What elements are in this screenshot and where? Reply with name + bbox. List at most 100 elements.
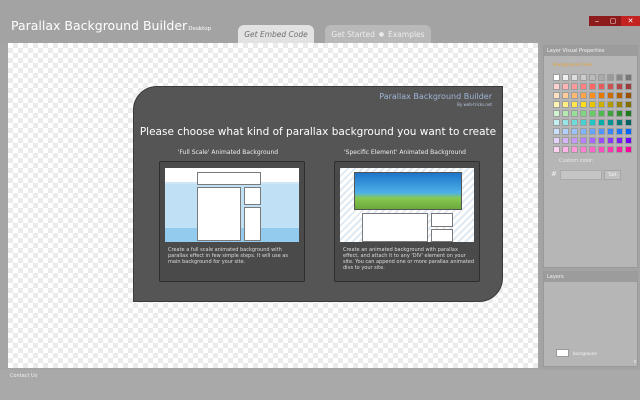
color-swatch[interactable]: [598, 110, 605, 117]
color-swatch[interactable]: [625, 101, 632, 108]
color-swatch[interactable]: [589, 83, 596, 90]
color-swatch[interactable]: [571, 119, 578, 126]
specific-element-option-card[interactable]: Create an animated background with paral…: [334, 161, 480, 282]
color-swatch[interactable]: [571, 101, 578, 108]
color-swatch[interactable]: [571, 110, 578, 117]
color-swatch[interactable]: [616, 101, 623, 108]
color-swatch[interactable]: [607, 119, 614, 126]
set-color-button[interactable]: Set: [604, 170, 621, 180]
color-swatch[interactable]: [571, 83, 578, 90]
custom-color-input[interactable]: [560, 170, 602, 180]
color-swatch[interactable]: [553, 146, 560, 153]
color-swatch[interactable]: [607, 128, 614, 135]
color-swatch[interactable]: [589, 101, 596, 108]
color-swatch[interactable]: [598, 74, 605, 81]
color-swatch[interactable]: [589, 128, 596, 135]
color-swatch[interactable]: [607, 92, 614, 99]
color-swatch[interactable]: [598, 119, 605, 126]
color-swatch[interactable]: [625, 74, 632, 81]
color-swatch[interactable]: [562, 101, 569, 108]
color-swatch[interactable]: [562, 119, 569, 126]
color-swatch[interactable]: [580, 146, 587, 153]
color-swatch[interactable]: [616, 128, 623, 135]
color-swatch[interactable]: [553, 83, 560, 90]
color-swatch[interactable]: [598, 146, 605, 153]
color-swatch[interactable]: [625, 119, 632, 126]
color-swatch[interactable]: [562, 92, 569, 99]
tab-get-started-examples[interactable]: Get Started ● Examples: [325, 25, 431, 43]
color-swatch[interactable]: [580, 110, 587, 117]
color-swatch[interactable]: [580, 119, 587, 126]
color-swatch[interactable]: [589, 74, 596, 81]
color-swatch[interactable]: [616, 92, 623, 99]
color-swatch[interactable]: [589, 110, 596, 117]
color-swatch[interactable]: [607, 137, 614, 144]
color-swatch[interactable]: [625, 137, 632, 144]
color-swatch[interactable]: [598, 83, 605, 90]
color-swatch[interactable]: [589, 146, 596, 153]
tab-examples-label[interactable]: Examples: [388, 30, 424, 39]
color-swatch[interactable]: [553, 137, 560, 144]
full-scale-option-card[interactable]: Create a full scale animated background …: [159, 161, 305, 282]
color-swatch[interactable]: [562, 137, 569, 144]
maximize-button[interactable]: ▢: [605, 16, 621, 26]
color-swatch[interactable]: [598, 128, 605, 135]
color-swatch[interactable]: [562, 128, 569, 135]
color-swatch[interactable]: [616, 74, 623, 81]
color-swatch-grid: [553, 74, 632, 153]
color-swatch[interactable]: [562, 146, 569, 153]
layer-item[interactable]: background: [556, 349, 597, 357]
full-scale-preview-image[interactable]: [165, 168, 299, 242]
preview-side-box: [431, 229, 453, 242]
close-button[interactable]: ✕: [621, 16, 640, 26]
color-swatch[interactable]: [598, 92, 605, 99]
color-swatch[interactable]: [616, 146, 623, 153]
color-swatch[interactable]: [589, 119, 596, 126]
minimize-button[interactable]: ‒: [589, 16, 605, 26]
color-swatch[interactable]: [571, 74, 578, 81]
contact-us-link[interactable]: Contact Us: [10, 373, 37, 379]
color-swatch[interactable]: [625, 92, 632, 99]
color-swatch[interactable]: [625, 146, 632, 153]
specific-element-preview-image[interactable]: [340, 168, 474, 242]
tab-get-started-label[interactable]: Get Started: [331, 30, 374, 39]
color-swatch[interactable]: [562, 110, 569, 117]
color-swatch[interactable]: [580, 92, 587, 99]
color-swatch[interactable]: [589, 137, 596, 144]
color-swatch[interactable]: [562, 83, 569, 90]
color-swatch[interactable]: [580, 74, 587, 81]
color-swatch[interactable]: [607, 101, 614, 108]
color-swatch[interactable]: [589, 92, 596, 99]
color-swatch[interactable]: [598, 101, 605, 108]
color-swatch[interactable]: [553, 101, 560, 108]
color-swatch[interactable]: [571, 92, 578, 99]
color-swatch[interactable]: [562, 74, 569, 81]
color-swatch[interactable]: [607, 110, 614, 117]
color-swatch[interactable]: [616, 137, 623, 144]
color-swatch[interactable]: [553, 128, 560, 135]
color-swatch[interactable]: [598, 137, 605, 144]
color-swatch[interactable]: [616, 110, 623, 117]
color-swatch[interactable]: [580, 83, 587, 90]
color-swatch[interactable]: [571, 128, 578, 135]
color-swatch[interactable]: [571, 137, 578, 144]
color-swatch[interactable]: [553, 74, 560, 81]
color-swatch[interactable]: [580, 128, 587, 135]
color-swatch[interactable]: [616, 83, 623, 90]
color-swatch[interactable]: [607, 74, 614, 81]
color-swatch[interactable]: [553, 110, 560, 117]
color-swatch[interactable]: [607, 146, 614, 153]
color-swatch[interactable]: [553, 92, 560, 99]
color-swatch[interactable]: [580, 101, 587, 108]
tab-get-embed-code[interactable]: Get Embed Code: [238, 25, 314, 43]
color-swatch[interactable]: [553, 119, 560, 126]
app-title: Parallax Background BuilderDesktop: [11, 18, 211, 33]
color-swatch[interactable]: [616, 119, 623, 126]
color-swatch[interactable]: [580, 137, 587, 144]
color-swatch[interactable]: [625, 83, 632, 90]
color-swatch[interactable]: [571, 146, 578, 153]
color-swatch[interactable]: [625, 110, 632, 117]
delete-layer-icon[interactable]: x: [632, 359, 638, 365]
color-swatch[interactable]: [607, 83, 614, 90]
color-swatch[interactable]: [625, 128, 632, 135]
